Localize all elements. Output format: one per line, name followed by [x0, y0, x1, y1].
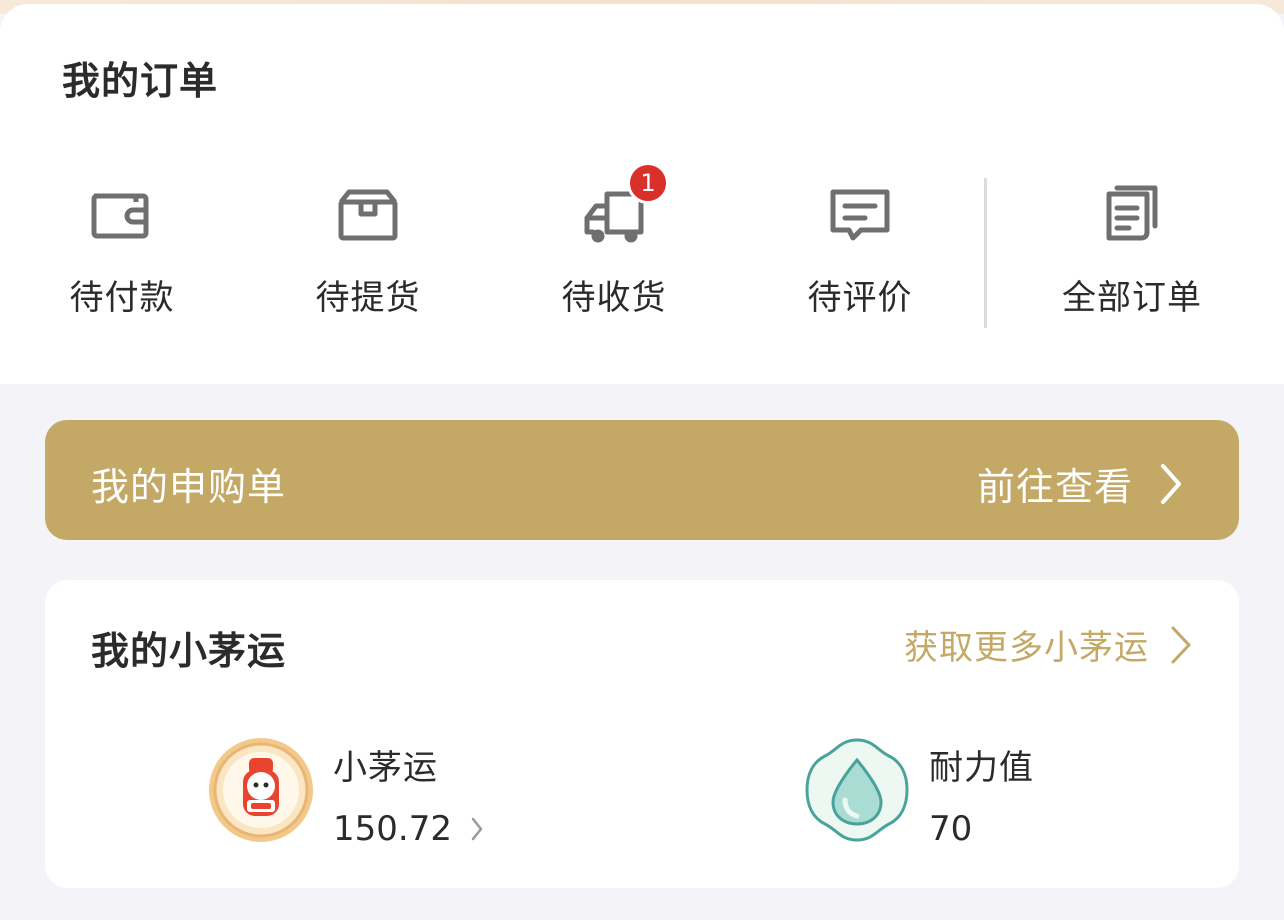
my-orders-title: 我的订单: [62, 59, 219, 103]
chevron-right-icon: [1155, 462, 1185, 506]
order-status-pending-review[interactable]: 待评价: [760, 180, 960, 330]
view-purchase-label: 前往查看: [976, 465, 1133, 509]
luck-points-label: 小茅运: [333, 748, 438, 788]
my-luck-title: 我的小茅运: [91, 629, 287, 673]
order-status-label: 待评价: [807, 278, 913, 318]
my-luck-card: 我的小茅运 获取更多小茅运 小茅运 150.72 耐力值 70: [45, 580, 1239, 888]
order-status-pending-receipt[interactable]: 1 待收货: [514, 162, 714, 330]
truck-icon: 1: [579, 162, 669, 250]
order-status-label: 全部订单: [1062, 278, 1202, 318]
get-more-luck-link[interactable]: 获取更多小茅运: [904, 620, 1195, 669]
mascot-coin-icon: [207, 736, 315, 844]
purchase-title: 我的申购单: [91, 465, 287, 509]
notification-badge: 1: [627, 162, 669, 204]
get-more-luck-label: 获取更多小茅运: [904, 628, 1149, 668]
comment-icon: [825, 180, 895, 250]
chevron-right-icon: [470, 816, 484, 842]
luck-points-value: 150.72: [333, 809, 452, 849]
water-drop-icon: [803, 736, 911, 844]
my-orders-card: 我的订单 待付款 待提货 1 待收货 待评价 全部订单: [0, 4, 1284, 384]
my-purchase-application-banner[interactable]: 我的申购单 前往查看: [45, 420, 1239, 540]
stamina-stat: 耐力值 70: [803, 736, 1034, 849]
order-divider: [984, 178, 987, 328]
chevron-right-icon: [1167, 624, 1195, 666]
order-status-pending-payment[interactable]: 待付款: [22, 180, 222, 330]
all-orders-button[interactable]: 全部订单: [1032, 180, 1232, 330]
document-icon: [1097, 180, 1167, 250]
order-status-pending-pickup[interactable]: 待提货: [268, 180, 468, 330]
stamina-label: 耐力值: [929, 748, 1034, 788]
order-status-label: 待收货: [561, 278, 667, 318]
box-icon: [333, 180, 403, 250]
order-status-label: 待付款: [69, 278, 175, 318]
wallet-icon: [87, 180, 157, 250]
luck-points-stat[interactable]: 小茅运 150.72: [207, 736, 484, 849]
stamina-value: 70: [929, 809, 973, 849]
view-purchase-link[interactable]: 前往查看: [977, 456, 1185, 511]
order-status-label: 待提货: [315, 278, 421, 318]
